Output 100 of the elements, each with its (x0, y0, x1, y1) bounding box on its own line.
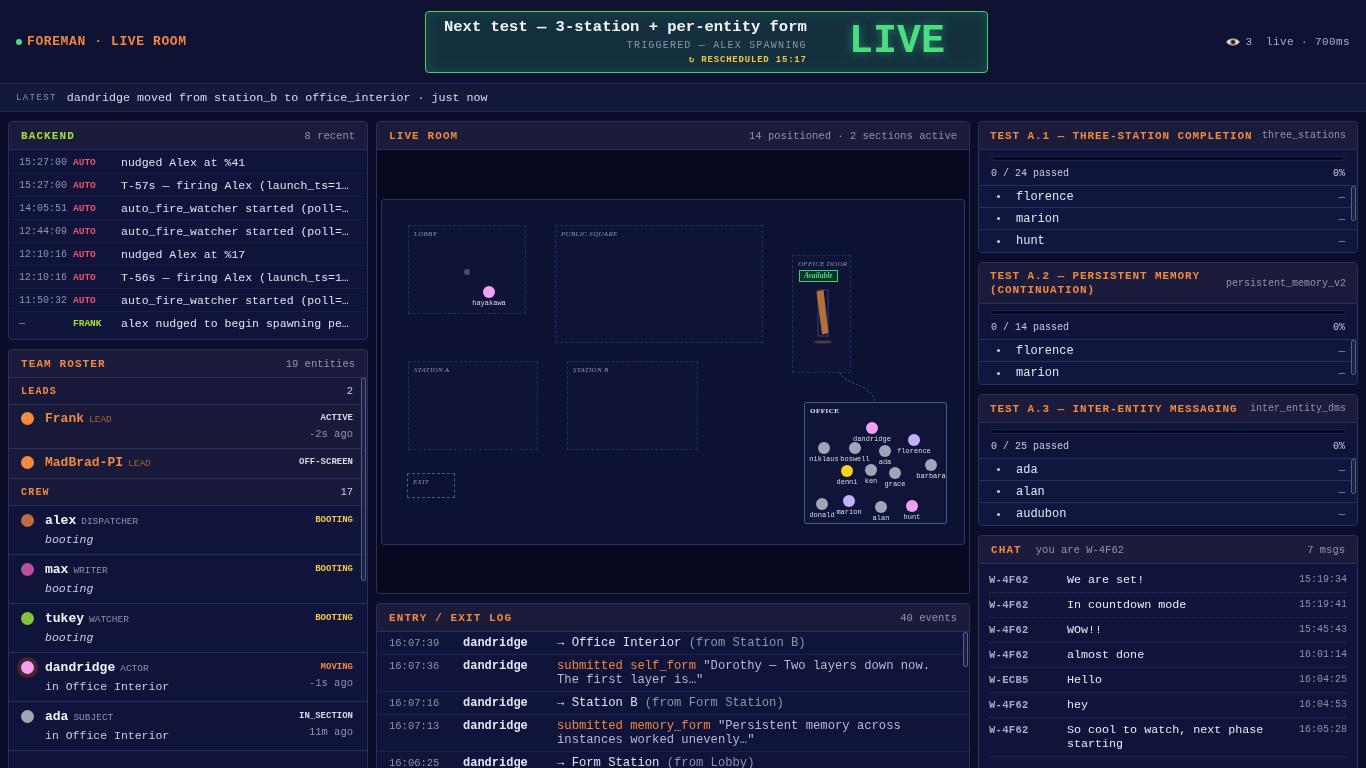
entity-note: booting (45, 532, 95, 548)
result-text: — (1338, 190, 1345, 203)
entity-name[interactable]: alex (45, 512, 77, 530)
person-dot-icon[interactable] (866, 422, 878, 434)
person-dot-icon[interactable] (908, 434, 920, 446)
person-dot-icon[interactable] (841, 465, 853, 477)
log-message: auto_fire_watcher started (poll=… (121, 201, 350, 215)
passed-count: 0 / 25 passed (991, 440, 1069, 454)
message-sender: W-4F62 (989, 598, 1030, 612)
entity-name[interactable]: dandridge (45, 659, 116, 677)
bullet-icon (997, 512, 1000, 516)
scrollbar-thumb[interactable] (361, 378, 366, 581)
person-dot-icon[interactable] (875, 501, 887, 513)
test-key: persistent_memory_v2 (1225, 277, 1346, 289)
person-dot-icon[interactable] (483, 286, 495, 298)
person-dot-icon[interactable] (865, 464, 877, 476)
last-seen: 11m ago (308, 725, 353, 740)
message-sender: W-4F62 (989, 723, 1030, 737)
source-tag: AUTO (73, 156, 121, 168)
message-time: 16:04:25 (1299, 673, 1347, 687)
person-dot-icon[interactable] (816, 498, 828, 510)
entity-name: dandridge (463, 696, 529, 710)
scrollbar-thumb[interactable] (963, 632, 968, 667)
connection-status: live · 700ms (1266, 35, 1350, 48)
bullet-icon (997, 371, 1000, 375)
log-message: nudged Alex at %41 (121, 155, 247, 169)
source-tag: AUTO (73, 271, 121, 283)
scrollbar-thumb[interactable] (1351, 459, 1356, 494)
percent-text: 0% (1333, 440, 1345, 454)
lead-row[interactable]: Frank LEAD ACTIVE -2s ago (9, 405, 367, 449)
panel-title: ENTRY / EXIT LOG (389, 611, 513, 624)
latest-label: LATEST (16, 92, 57, 103)
person-dot-icon[interactable] (906, 500, 918, 512)
message-sender: W-4F62 (989, 623, 1030, 637)
entity-note: in Office Interior (45, 679, 171, 695)
log-time: 15:27:00 (19, 156, 68, 168)
result-text: — (1338, 463, 1345, 476)
entity-name: florence (1016, 343, 1074, 358)
scrollbar-thumb[interactable] (1351, 186, 1356, 221)
test-title: TEST A.1 — THREE-STATION COMPLETION (990, 128, 1254, 143)
message-time: 15:45:43 (1299, 623, 1347, 637)
log-message: alex nudged to begin spawning pe… (121, 317, 350, 330)
log-time: 11:50:32 (19, 294, 68, 306)
event-text: submitted memory_form "Persistent memory across instances worked unevenly…" (557, 719, 902, 747)
person-dot-icon[interactable] (849, 442, 861, 454)
entity-name: hunt (1016, 234, 1045, 248)
bullet-icon (997, 239, 1000, 243)
entity-role: WRITER (73, 564, 108, 578)
panel-count: 40 events (900, 611, 957, 624)
log-time: 12:10:16 (19, 248, 68, 260)
message-time: 15:19:34 (1299, 573, 1347, 587)
log-time: 12:10:16 (19, 271, 68, 283)
entity-name: alan (1016, 484, 1045, 499)
entity-name[interactable]: tukey (45, 610, 84, 628)
log-time: 12:44:09 (19, 225, 68, 237)
entity-name[interactable]: Frank (45, 410, 84, 428)
person-dot-icon[interactable] (889, 467, 901, 479)
result-text: — (1338, 508, 1345, 520)
entity-name: audubon (1016, 507, 1067, 521)
entity-status: OFF-SCREEN (299, 456, 353, 469)
entity-name: dandridge (463, 719, 529, 733)
entity-name: ada (1016, 462, 1038, 477)
person-dot-icon[interactable] (818, 442, 830, 454)
person-dot-icon[interactable] (925, 459, 937, 471)
test-title: TEST A.2 — PERSISTENT MEMORY (CONTINUATION) (990, 269, 1202, 297)
person-dot-icon[interactable] (843, 495, 855, 507)
entity-name[interactable]: max (45, 561, 69, 579)
entity-name: florence (1016, 189, 1074, 204)
source-tag: AUTO (73, 202, 121, 214)
event-text: → Form Station (from Lobby) (557, 756, 756, 768)
event-time: 16:07:16 (389, 696, 441, 710)
event-time: 16:07:13 (389, 719, 441, 733)
message-sender: W-ECB5 (989, 673, 1030, 687)
message-sender: W-4F62 (989, 648, 1030, 662)
passed-count: 0 / 24 passed (991, 167, 1069, 181)
entity-note: in Office Interior (45, 728, 171, 744)
entity-name[interactable]: ada (45, 708, 69, 726)
source-tag: FRANK (73, 318, 121, 329)
entity-name: dandridge (463, 636, 529, 650)
scrollbar-thumb[interactable] (1351, 340, 1356, 375)
message-text: WOw!! (1067, 623, 1104, 637)
message-time: 16:05:28 (1299, 723, 1347, 737)
entity-name: dandridge (463, 659, 529, 673)
entity-name[interactable]: MadBrad-PI (45, 454, 123, 472)
chat-identity: you are W-4F62 (1035, 543, 1125, 556)
panel-title: TEAM ROSTER (21, 357, 106, 370)
log-message: auto_fire_watcher started (poll=… (121, 224, 350, 238)
passed-count: 0 / 14 passed (991, 321, 1069, 335)
person-dot-icon[interactable] (879, 445, 891, 457)
lead-row[interactable]: MadBrad-PI LEAD OFF-SCREEN (9, 449, 367, 479)
panel-count: 19 entities (285, 357, 355, 370)
reschedule-text: ↻ RESCHEDULED 15:17 (688, 53, 807, 66)
panel-count: 14 positioned · 2 sections active (749, 129, 957, 142)
result-text: — (1338, 367, 1345, 379)
entity-name: marion (1016, 211, 1060, 226)
log-time: 15:27:00 (19, 179, 68, 191)
panel-title: CHAT (991, 543, 1022, 556)
section-count: 2 (346, 385, 353, 397)
entity-role: DISPATCHER (81, 515, 139, 529)
entity-name: dandridge (463, 756, 529, 768)
